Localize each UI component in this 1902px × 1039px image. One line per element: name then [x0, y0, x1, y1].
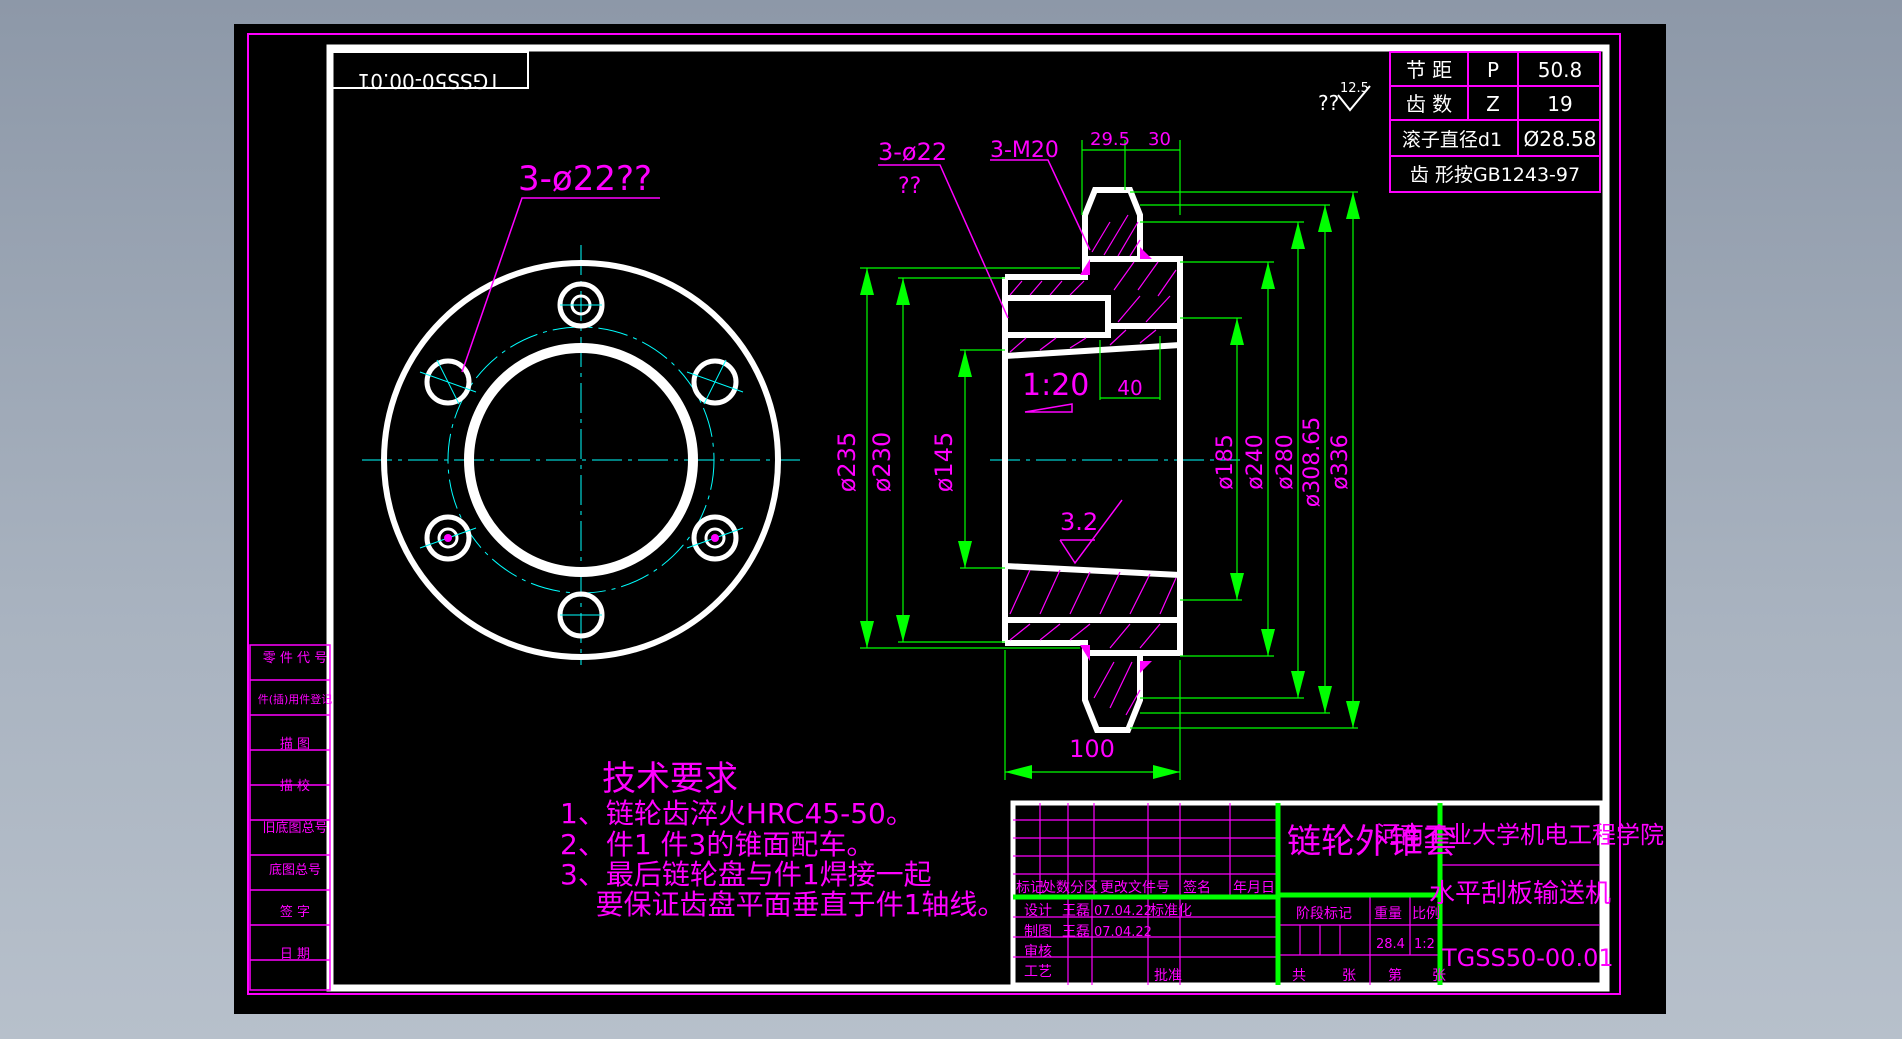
rev-count: 处数 [1042, 880, 1070, 896]
roughness-prefix: ?? [1318, 91, 1339, 115]
rotated-drawing-number: TGSS50-00.01 [357, 69, 501, 93]
title-school: 河南工业大学机电工程学院 [1376, 821, 1664, 849]
dim-40: 40 [1117, 376, 1142, 400]
dim-right-308-65: ø308.65 [1300, 417, 1325, 507]
taper-ratio: 1:20 [1022, 368, 1089, 403]
approve-label: 批准 [1154, 968, 1182, 984]
rev-date: 年月日 [1233, 880, 1275, 896]
draw-date: 07.04.22 [1094, 925, 1152, 940]
dim-right-336: ø336 [1328, 434, 1353, 489]
front-hole-callout: 3-ø22?? [518, 159, 652, 199]
table-teeth-value: 19 [1547, 92, 1572, 116]
dim-right-185: ø185 [1213, 434, 1238, 489]
dim-bottom-100: 100 [1069, 735, 1115, 763]
strip-sign: 签 字 [280, 904, 310, 920]
dim-left-145: ø145 [930, 432, 958, 493]
table-roller-value: Ø28.58 [1524, 127, 1597, 151]
strip-date: 日 期 [280, 947, 310, 962]
process-label: 工艺 [1024, 964, 1052, 980]
tech-req-line-2: 2、件1 件3的锥面配车。 [560, 828, 874, 861]
table-roller-label: 滚子直径d1 [1402, 129, 1502, 151]
tech-req-line-3: 3、最后链轮盘与件1焊接一起 [560, 858, 932, 891]
table-teeth-label: 齿 数 [1406, 92, 1452, 116]
table-pitch-symbol: P [1487, 58, 1499, 82]
scale-value: 1:2 [1414, 937, 1435, 952]
strip-register: 件(插)用件登记 [258, 692, 333, 706]
section-roughness: 3.2 [1060, 508, 1098, 536]
title-drawing-number: TGSS50-00.01 [1441, 944, 1614, 972]
rev-sign: 签名 [1183, 879, 1211, 896]
strip-old-base: 旧底图总号 [262, 820, 327, 836]
stage-label: 阶段标记 [1296, 906, 1352, 922]
rev-zone: 分区 [1070, 880, 1098, 896]
dim-right-240: ø240 [1243, 434, 1268, 489]
design-name: 王磊 [1062, 903, 1090, 919]
cad-drawing-sheet: TGSS50-00.01 节 距 P 50.8 齿 数 Z 19 滚子直径d1 … [234, 24, 1666, 1014]
std-label: 标准化 [1150, 903, 1192, 919]
dim-30: 30 [1148, 129, 1171, 150]
section-thread-callout: 3-M20 [990, 138, 1059, 163]
total-label: 共 [1292, 968, 1306, 984]
tech-req-line-1: 1、链轮齿淬火HRC45-50。 [560, 797, 914, 830]
dim-29-5: 29.5 [1090, 129, 1130, 150]
section-hole-callout-sub: ?? [898, 174, 921, 199]
draw-name: 王磊 [1062, 924, 1090, 940]
roughness-value: 12.5 [1340, 81, 1369, 96]
review-label: 审核 [1024, 944, 1052, 960]
weight-label: 重量 [1374, 906, 1402, 922]
title-machine: 水平刮板输送机 [1429, 879, 1611, 909]
strip-part-code: 零 件 代 号 [263, 651, 327, 666]
weight-value: 28.4 [1376, 937, 1405, 952]
tech-req-line-4: 要保证齿盘平面垂直于件1轴线。 [560, 888, 1005, 921]
dim-left-235: ø235 [833, 432, 861, 493]
design-date: 07.04.22 [1094, 904, 1152, 919]
table-teeth-symbol: Z [1486, 92, 1500, 116]
rev-mark: 标记 [1016, 880, 1044, 896]
strip-trace-check: 描 校 [280, 778, 310, 794]
strip-trace: 描 图 [280, 737, 310, 752]
table-pitch-label: 节 距 [1406, 58, 1452, 82]
design-label: 设计 [1024, 903, 1052, 919]
page-unit: 张 [1432, 968, 1446, 984]
tech-req-title: 技术要求 [602, 759, 738, 799]
page-label: 第 [1388, 967, 1402, 984]
strip-base: 底图总号 [269, 862, 321, 878]
dim-left-230: ø230 [868, 432, 896, 493]
sheet-label: 张 [1342, 968, 1356, 984]
scale-label: 比例 [1412, 906, 1440, 922]
table-tooth-form: 齿 形按GB1243-97 [1410, 164, 1580, 186]
draw-label: 制图 [1024, 924, 1052, 940]
rev-doc: 更改文件号 [1100, 880, 1170, 896]
section-hole-callout: 3-ø22 [878, 138, 947, 166]
dim-right-280: ø280 [1273, 434, 1298, 489]
table-pitch-value: 50.8 [1538, 58, 1583, 82]
